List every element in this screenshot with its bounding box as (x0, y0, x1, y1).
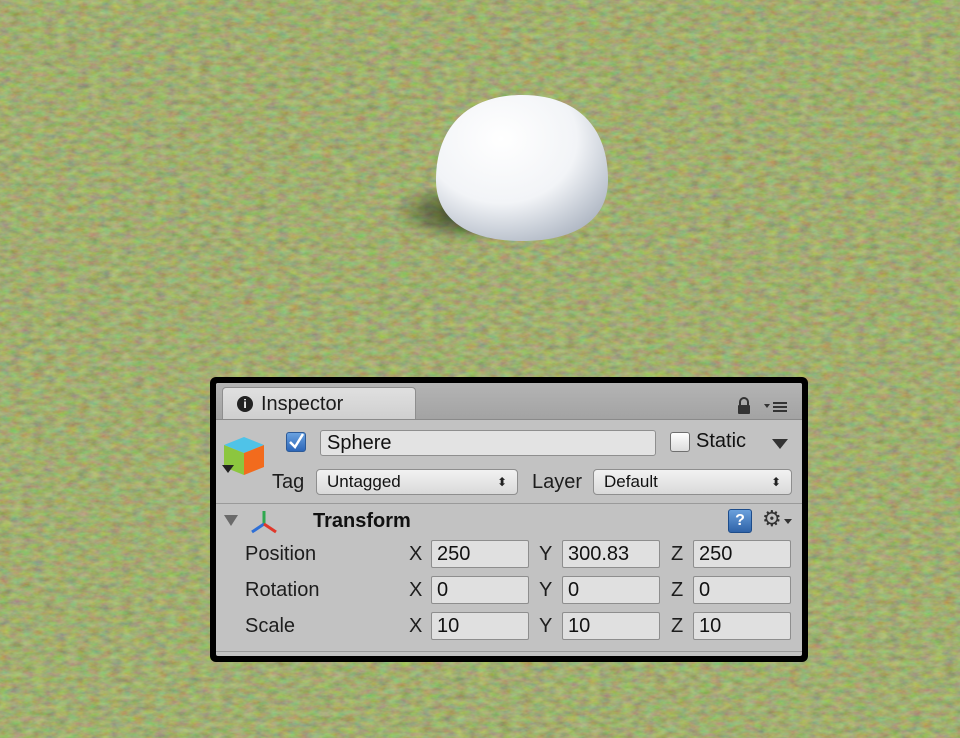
scale-x-label[interactable]: X (409, 615, 422, 638)
rotation-x-field[interactable]: 0 (431, 576, 529, 604)
transform-axes-icon (251, 511, 277, 534)
rotation-y-label[interactable]: Y (539, 579, 552, 602)
sphere-object[interactable] (436, 95, 608, 241)
scale-y-field[interactable]: 10 (562, 612, 660, 640)
layer-dropdown-value: Default (604, 472, 658, 491)
component-bottom-divider (216, 651, 802, 652)
gameobject-cube-icon (222, 437, 264, 475)
object-name-field[interactable]: Sphere (320, 430, 656, 456)
rotation-y-field[interactable]: 0 (562, 576, 660, 604)
tag-dropdown[interactable]: Untagged ⬍ (316, 469, 518, 495)
inspector-window: i Inspector Sphere Static Tag Untagged ⬍… (210, 377, 808, 662)
inspector-panel: i Inspector Sphere Static Tag Untagged ⬍… (216, 383, 802, 656)
tag-dropdown-value: Untagged (327, 472, 401, 491)
position-x-label[interactable]: X (409, 543, 422, 566)
position-y-label[interactable]: Y (539, 543, 552, 566)
scale-x-field[interactable]: 10 (431, 612, 529, 640)
layer-dropdown[interactable]: Default ⬍ (593, 469, 792, 495)
position-y-field[interactable]: 300.83 (562, 540, 660, 568)
rotation-z-field[interactable]: 0 (693, 576, 791, 604)
rotation-x-label[interactable]: X (409, 579, 422, 602)
info-icon: i (237, 396, 253, 412)
static-dropdown-arrow[interactable] (772, 439, 788, 449)
static-checkbox[interactable] (670, 432, 690, 452)
foldout-arrow-icon[interactable] (224, 515, 238, 526)
gear-caret-icon (784, 519, 792, 524)
header-divider (216, 503, 802, 504)
context-menu-icon[interactable] (764, 401, 788, 413)
static-label: Static (696, 430, 747, 452)
layer-label: Layer (532, 471, 583, 493)
tab-inspector-label: Inspector (261, 393, 344, 415)
tab-inspector[interactable]: i Inspector (222, 387, 416, 419)
scale-y-label[interactable]: Y (539, 615, 552, 638)
updown-arrows-icon: ⬍ (496, 475, 507, 489)
rotation-z-label[interactable]: Z (671, 579, 683, 602)
updown-arrows-icon: ⬍ (770, 475, 781, 489)
scale-label: Scale (245, 615, 296, 637)
position-z-label[interactable]: Z (671, 543, 683, 566)
position-z-field[interactable]: 250 (693, 540, 791, 568)
gear-icon[interactable]: ⚙ (762, 507, 782, 533)
help-book-icon[interactable]: ? (728, 509, 752, 533)
scale-z-field[interactable]: 10 (693, 612, 791, 640)
lock-icon[interactable] (736, 397, 752, 415)
active-checkbox[interactable] (286, 432, 306, 452)
rotation-label: Rotation (245, 579, 320, 601)
scale-z-label[interactable]: Z (671, 615, 683, 638)
tag-label: Tag (272, 471, 305, 493)
inspector-tab-bar: i Inspector (216, 383, 802, 420)
transform-title[interactable]: Transform (313, 510, 411, 533)
position-label: Position (245, 543, 317, 565)
position-x-field[interactable]: 250 (431, 540, 529, 568)
